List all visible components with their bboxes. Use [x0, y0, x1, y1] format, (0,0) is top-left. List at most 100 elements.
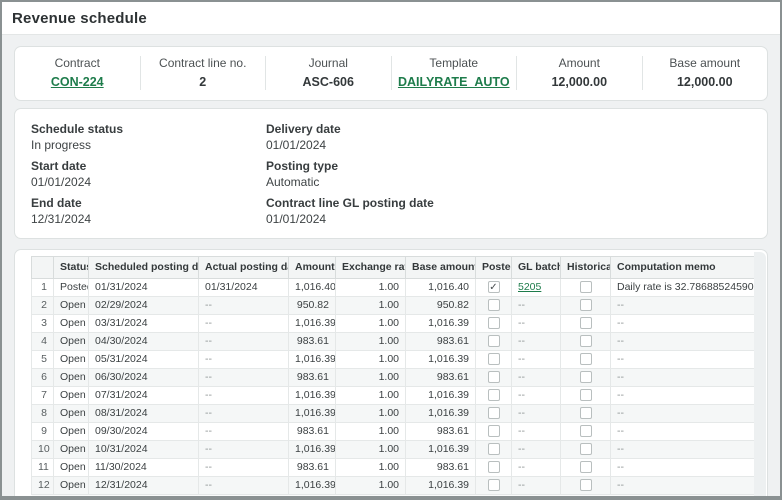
summary-field-amount: Amount12,000.00 [516, 56, 642, 90]
posted-cell [476, 459, 512, 477]
posted-checkbox[interactable] [488, 335, 500, 347]
actual-posting-date-cell: -- [199, 315, 289, 333]
posted-cell [476, 423, 512, 441]
summary-label: Journal [272, 56, 385, 70]
exchange-rate-cell: 1.00 [336, 279, 406, 297]
historical-checkbox[interactable] [580, 461, 592, 473]
computation-memo-cell: -- [611, 405, 759, 423]
table-row: 5Open05/31/2024--1,016.391.001,016.39---… [32, 351, 759, 369]
scheduled-posting-date-cell: 06/30/2024 [89, 369, 199, 387]
gl-batch-cell: -- [512, 333, 561, 351]
scheduled-posting-date-cell: 09/30/2024 [89, 423, 199, 441]
historical-checkbox[interactable] [580, 299, 592, 311]
status-cell: Open [54, 405, 89, 423]
column-header-historical: Historical [561, 257, 611, 279]
historical-checkbox[interactable] [580, 353, 592, 365]
posted-checkbox[interactable] [488, 299, 500, 311]
actual-posting-date-cell: -- [199, 477, 289, 495]
row-number-cell: 5 [32, 351, 54, 369]
historical-cell [561, 297, 611, 315]
column-header-posted: Posted [476, 257, 512, 279]
total-label: Total [54, 495, 199, 500]
actual-posting-date-cell: -- [199, 369, 289, 387]
column-header-status: Status [54, 257, 89, 279]
historical-checkbox[interactable] [580, 389, 592, 401]
base-amount-cell: 983.61 [406, 369, 476, 387]
amount-cell: 1,016.39 [289, 441, 336, 459]
contract-link[interactable]: CON-224 [21, 75, 134, 90]
amount-cell: 1,016.39 [289, 351, 336, 369]
actual-posting-date-cell: -- [199, 441, 289, 459]
posted-checkbox[interactable] [488, 371, 500, 383]
status-cell: Open [54, 387, 89, 405]
historical-checkbox[interactable] [580, 407, 592, 419]
actual-posting-date-cell: -- [199, 297, 289, 315]
detail-value: 01/01/2024 [266, 212, 751, 227]
gl-batch-link[interactable]: 5205 [518, 281, 541, 293]
historical-checkbox[interactable] [580, 425, 592, 437]
exchange-rate-cell: 1.00 [336, 351, 406, 369]
posted-checkbox[interactable] [488, 353, 500, 365]
posted-checkbox[interactable] [488, 461, 500, 473]
amount-cell: 1,016.39 [289, 315, 336, 333]
posted-checkbox[interactable] [488, 317, 500, 329]
template-link[interactable]: DAILYRATE_AUTO [398, 75, 511, 90]
posted-cell [476, 333, 512, 351]
amount-cell: 1,016.40 [289, 279, 336, 297]
status-cell: Open [54, 459, 89, 477]
schedule-table-body: 1Posted01/31/202401/31/20241,016.401.001… [32, 279, 759, 495]
historical-checkbox[interactable] [580, 335, 592, 347]
amount-cell: 1,016.39 [289, 477, 336, 495]
row-number-cell: 7 [32, 387, 54, 405]
exchange-rate-cell: 1.00 [336, 459, 406, 477]
vertical-scrollbar[interactable] [754, 252, 766, 500]
gl-batch-cell: -- [512, 297, 561, 315]
gl-batch-cell: -- [512, 423, 561, 441]
posted-checkbox[interactable] [488, 443, 500, 455]
historical-cell [561, 405, 611, 423]
scheduled-posting-date-cell: 04/30/2024 [89, 333, 199, 351]
historical-cell [561, 477, 611, 495]
computation-memo-cell: -- [611, 333, 759, 351]
detail-field-delivery-date: Delivery date01/01/2024 [266, 122, 751, 153]
computation-memo-cell: -- [611, 423, 759, 441]
computation-memo-cell: -- [611, 459, 759, 477]
posted-checkbox[interactable] [488, 479, 500, 491]
total-row-number-cell [32, 495, 54, 500]
posted-checkbox[interactable] [488, 407, 500, 419]
total-gl-batch-cell [512, 495, 561, 500]
historical-checkbox[interactable] [580, 479, 592, 491]
exchange-rate-cell: 1.00 [336, 297, 406, 315]
posted-checkbox[interactable] [488, 389, 500, 401]
detail-label: Schedule status [31, 122, 266, 137]
gl-batch-cell: -- [512, 477, 561, 495]
column-header-computation-memo: Computation memo [611, 257, 759, 279]
historical-checkbox[interactable] [580, 317, 592, 329]
detail-label: Delivery date [266, 122, 751, 137]
base-amount-cell: 1,016.39 [406, 405, 476, 423]
historical-cell [561, 279, 611, 297]
gl-batch-cell: -- [512, 441, 561, 459]
status-cell: Open [54, 369, 89, 387]
historical-cell [561, 351, 611, 369]
base-amount-cell: 1,016.39 [406, 441, 476, 459]
table-row: 3Open03/31/2024--1,016.391.001,016.39---… [32, 315, 759, 333]
computation-memo-cell: Daily rate is 32.78688524590163. [611, 279, 759, 297]
posted-checkbox[interactable] [488, 425, 500, 437]
computation-memo-cell: -- [611, 369, 759, 387]
total-historical-cell [561, 495, 611, 500]
historical-checkbox[interactable] [580, 371, 592, 383]
summary-field-contract-line-no: Contract line no.2 [140, 56, 266, 90]
gl-batch-cell: -- [512, 351, 561, 369]
posted-checkbox-checked[interactable]: ✓ [488, 281, 500, 293]
amount-cell: 1,016.39 [289, 387, 336, 405]
historical-checkbox[interactable] [580, 443, 592, 455]
detail-field-start-date: Start date01/01/2024 [31, 159, 266, 190]
table-row: 6Open06/30/2024--983.611.00983.61---- [32, 369, 759, 387]
exchange-rate-cell: 1.00 [336, 441, 406, 459]
computation-memo-cell: -- [611, 297, 759, 315]
computation-memo-cell: -- [611, 387, 759, 405]
status-cell: Open [54, 333, 89, 351]
historical-checkbox[interactable] [580, 281, 592, 293]
table-row: 10Open10/31/2024--1,016.391.001,016.39--… [32, 441, 759, 459]
